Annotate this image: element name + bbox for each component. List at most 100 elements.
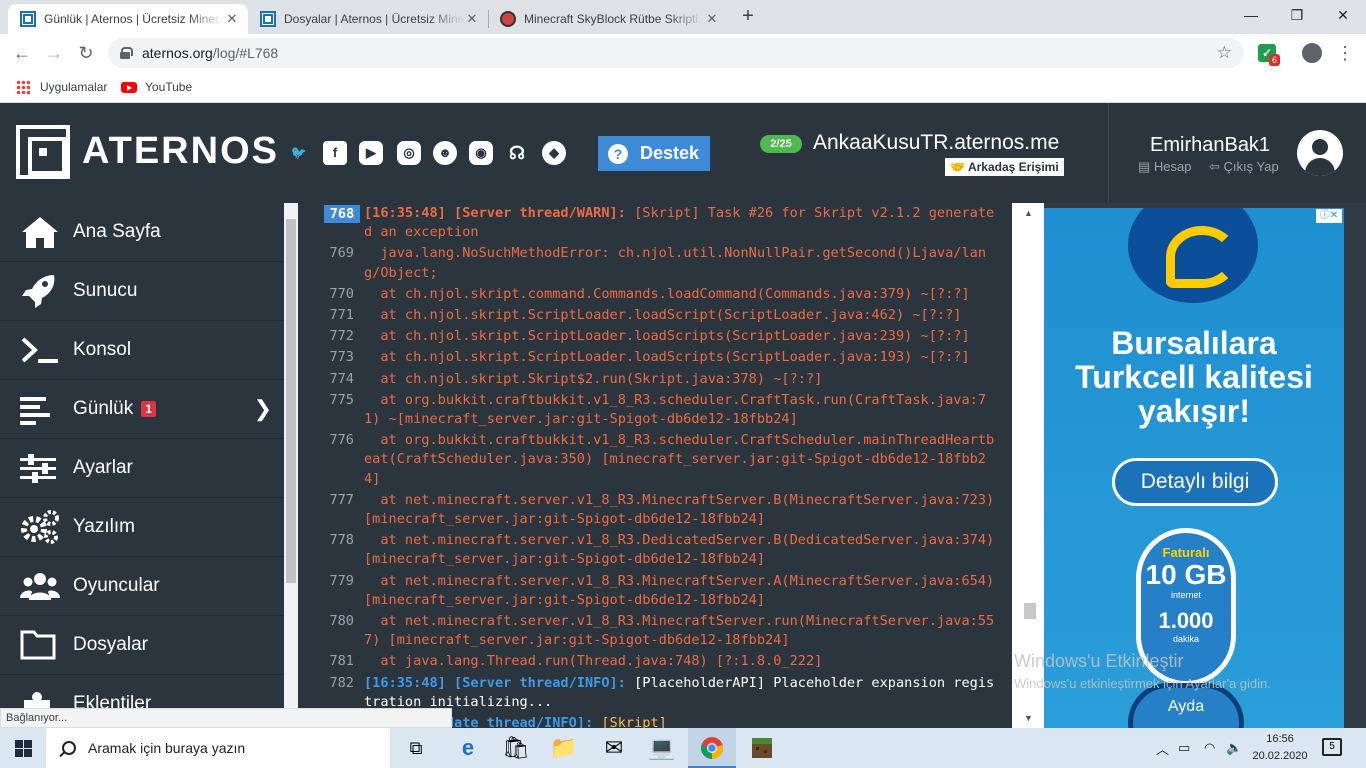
scroll-down-icon[interactable]: ▼ (1024, 713, 1033, 723)
scrollbar-thumb[interactable] (286, 219, 296, 583)
sidebar-item-label: Ayarlar (73, 457, 133, 478)
log-line-number[interactable]: 775 (310, 391, 364, 429)
bookmark-star-icon[interactable]: ☆ (1217, 43, 1232, 63)
server-address[interactable]: AnkaaKusuTR.aternos.me (813, 131, 1059, 155)
rocket-icon (22, 275, 55, 308)
sidebar-item-console[interactable]: Konsol (0, 321, 284, 380)
sidebar-item-software[interactable]: Yazılım (0, 498, 284, 557)
log-line-number[interactable]: 769 (310, 244, 364, 282)
log-line-number[interactable]: 782 (310, 674, 364, 712)
log-line-message: java.lang.NoSuchMethodError: ch.njol.uti… (364, 245, 987, 281)
sidebar-item-files[interactable]: Dosyalar (0, 616, 284, 675)
avatar[interactable] (1297, 130, 1343, 176)
browser-tab-skript[interactable]: Minecraft SkyBlock Rütbe Skripti ✕ (488, 4, 728, 34)
bookmark-youtube[interactable]: YouTube (121, 78, 192, 96)
instagram-icon[interactable]: ◎ (397, 141, 421, 165)
log-line-number[interactable]: 781 (310, 652, 364, 671)
ad-cta-button[interactable]: Detaylı bilgi (1112, 458, 1278, 506)
edge-browser-icon[interactable]: e (444, 728, 492, 768)
site-brand[interactable]: ATERNOS (82, 130, 279, 173)
reload-icon[interactable]: ↻ (74, 41, 98, 65)
sidebar-scrollbar[interactable] (284, 203, 298, 728)
log-line-number[interactable]: 776 (310, 431, 364, 489)
network-app-icon[interactable]: 💻 (638, 728, 686, 768)
file-explorer-icon[interactable]: 📁 (540, 728, 588, 768)
address-bar[interactable]: aternos.org/log/#L768 ☆ (108, 38, 1244, 68)
volume-icon[interactable]: 🔈 (1226, 728, 1242, 768)
taskbar-search-box[interactable]: Aramak için buraya yazın (46, 728, 390, 768)
reddit-icon[interactable]: ☻ (433, 141, 457, 165)
log-line-number[interactable]: 770 (310, 285, 364, 304)
mail-icon[interactable]: ✉ (590, 728, 638, 768)
aternos-logo-icon[interactable] (16, 125, 70, 179)
browser-tab-files[interactable]: Dosyalar | Aternos | Ücretsiz Minecraft … (248, 4, 488, 34)
bookmark-apps[interactable]: Uygulamalar (16, 78, 107, 96)
chrome-menu-icon[interactable]: ⋮ (1336, 42, 1354, 64)
forward-arrow-icon[interactable]: → (42, 41, 66, 65)
ad-info-icon[interactable]: ⓘ✕ (1316, 209, 1342, 223)
minimize-window-icon[interactable]: — (1228, 0, 1274, 30)
scrollbar-thumb[interactable] (1024, 603, 1036, 619)
youtube-icon[interactable]: ▶ (359, 141, 383, 165)
discord-icon[interactable]: ◉ (469, 141, 493, 165)
site-header: ATERNOS 🐦 f ▶ ◎ ☻ ◉ ☊ ◆ ? Destek 2/25 An… (0, 103, 1366, 203)
scroll-up-icon[interactable]: ▲ (1024, 208, 1033, 218)
store-icon[interactable]: 🛍 (492, 728, 540, 768)
sidebar-item-log[interactable]: Günlük 1 ❯ (0, 380, 284, 439)
sidebar-item-home[interactable]: Ana Sayfa (0, 203, 284, 262)
headset-icon[interactable]: ☊ (505, 141, 529, 165)
back-arrow-icon[interactable]: ← (10, 41, 34, 65)
page-scrollbar[interactable]: ▲ ▼ (1012, 203, 1044, 728)
log-line-number[interactable]: 780 (310, 612, 364, 650)
log-line-message: at ch.njol.skript.ScriptLoader.loadScrip… (364, 328, 970, 345)
tray-chevron-icon[interactable]: ︿ (1156, 728, 1169, 768)
wifi-icon[interactable]: ◠ (1204, 728, 1215, 768)
log-line-number[interactable]: 771 (310, 306, 364, 325)
new-tab-icon[interactable]: + (737, 6, 759, 28)
chrome-taskbar-icon[interactable] (688, 728, 736, 768)
twitter-icon[interactable]: 🐦 (287, 141, 311, 165)
ad-offer-minutes-label: dakika (1172, 634, 1199, 644)
sidebar-item-settings[interactable]: Ayarlar (0, 439, 284, 498)
log-line-text: at ch.njol.skript.Skript$2.run(Skript.ja… (364, 370, 1000, 389)
close-window-icon[interactable]: ✕ (1320, 0, 1366, 30)
log-line-text: at ch.njol.skript.ScriptLoader.loadScrip… (364, 327, 1000, 346)
sidebar-item-server[interactable]: Sunucu (0, 262, 284, 321)
windows-start-icon[interactable] (0, 728, 46, 768)
browser-tab-log[interactable]: Günlük | Aternos | Ücretsiz Minecraft Su… (8, 4, 248, 34)
log-line-number[interactable]: 779 (310, 572, 364, 610)
turkcell-logo-icon (1128, 208, 1258, 303)
taskbar-clock[interactable]: 16:56 20.02.2020 (1252, 731, 1308, 765)
support-button[interactable]: ? Destek (598, 136, 710, 171)
facebook-icon[interactable]: f (323, 141, 347, 165)
log-line-number[interactable]: 768 (324, 205, 360, 223)
sidebar-item-players[interactable]: Oyuncular (0, 557, 284, 616)
close-tab-icon[interactable]: ✕ (224, 11, 240, 27)
log-line-number[interactable]: 772 (310, 327, 364, 346)
log-line-text: at net.minecraft.server.v1_8_R3.Minecraf… (364, 572, 1000, 610)
close-tab-icon[interactable]: ✕ (704, 11, 720, 27)
apps-grid-icon (16, 80, 30, 94)
profile-icon[interactable] (1302, 43, 1322, 63)
log-line-number[interactable]: 778 (310, 531, 364, 569)
minecraft-taskbar-icon[interactable] (738, 728, 786, 768)
task-view-icon[interactable]: ⧉ (392, 728, 440, 768)
log-line-number[interactable]: 774 (310, 370, 364, 389)
log-line-number[interactable]: 773 (310, 348, 364, 367)
account-link[interactable]: ▤ Hesap (1138, 159, 1191, 175)
close-tab-icon[interactable]: ✕ (464, 11, 480, 27)
log-line-number[interactable]: 777 (310, 491, 364, 529)
username[interactable]: EmirhanBak1 (1150, 134, 1270, 157)
advertisement[interactable]: ⓘ✕ Bursalılara Turkcell kalitesi yakışır… (1044, 208, 1344, 728)
browser-status-bar: Bağlanıyor... (0, 708, 452, 728)
taskbar-search-placeholder: Aramak için buraya yazın (88, 740, 246, 756)
chrome-logo-icon (701, 737, 723, 759)
log-line-text: at java.lang.Thread.run(Thread.java:748)… (364, 652, 1000, 671)
log-line-message: at net.minecraft.server.v1_8_R3.Minecraf… (364, 491, 1003, 528)
battery-icon[interactable]: ▭ (1178, 728, 1190, 768)
logout-link[interactable]: ⇦ Çıkış Yap (1209, 159, 1279, 175)
notifications-icon[interactable]: 5 (1322, 738, 1342, 756)
github-icon[interactable]: ◆ (542, 141, 566, 165)
maximize-window-icon[interactable]: ❐ (1274, 0, 1320, 30)
friend-access-button[interactable]: 🤝 Arkadaş Erişimi (945, 158, 1064, 176)
